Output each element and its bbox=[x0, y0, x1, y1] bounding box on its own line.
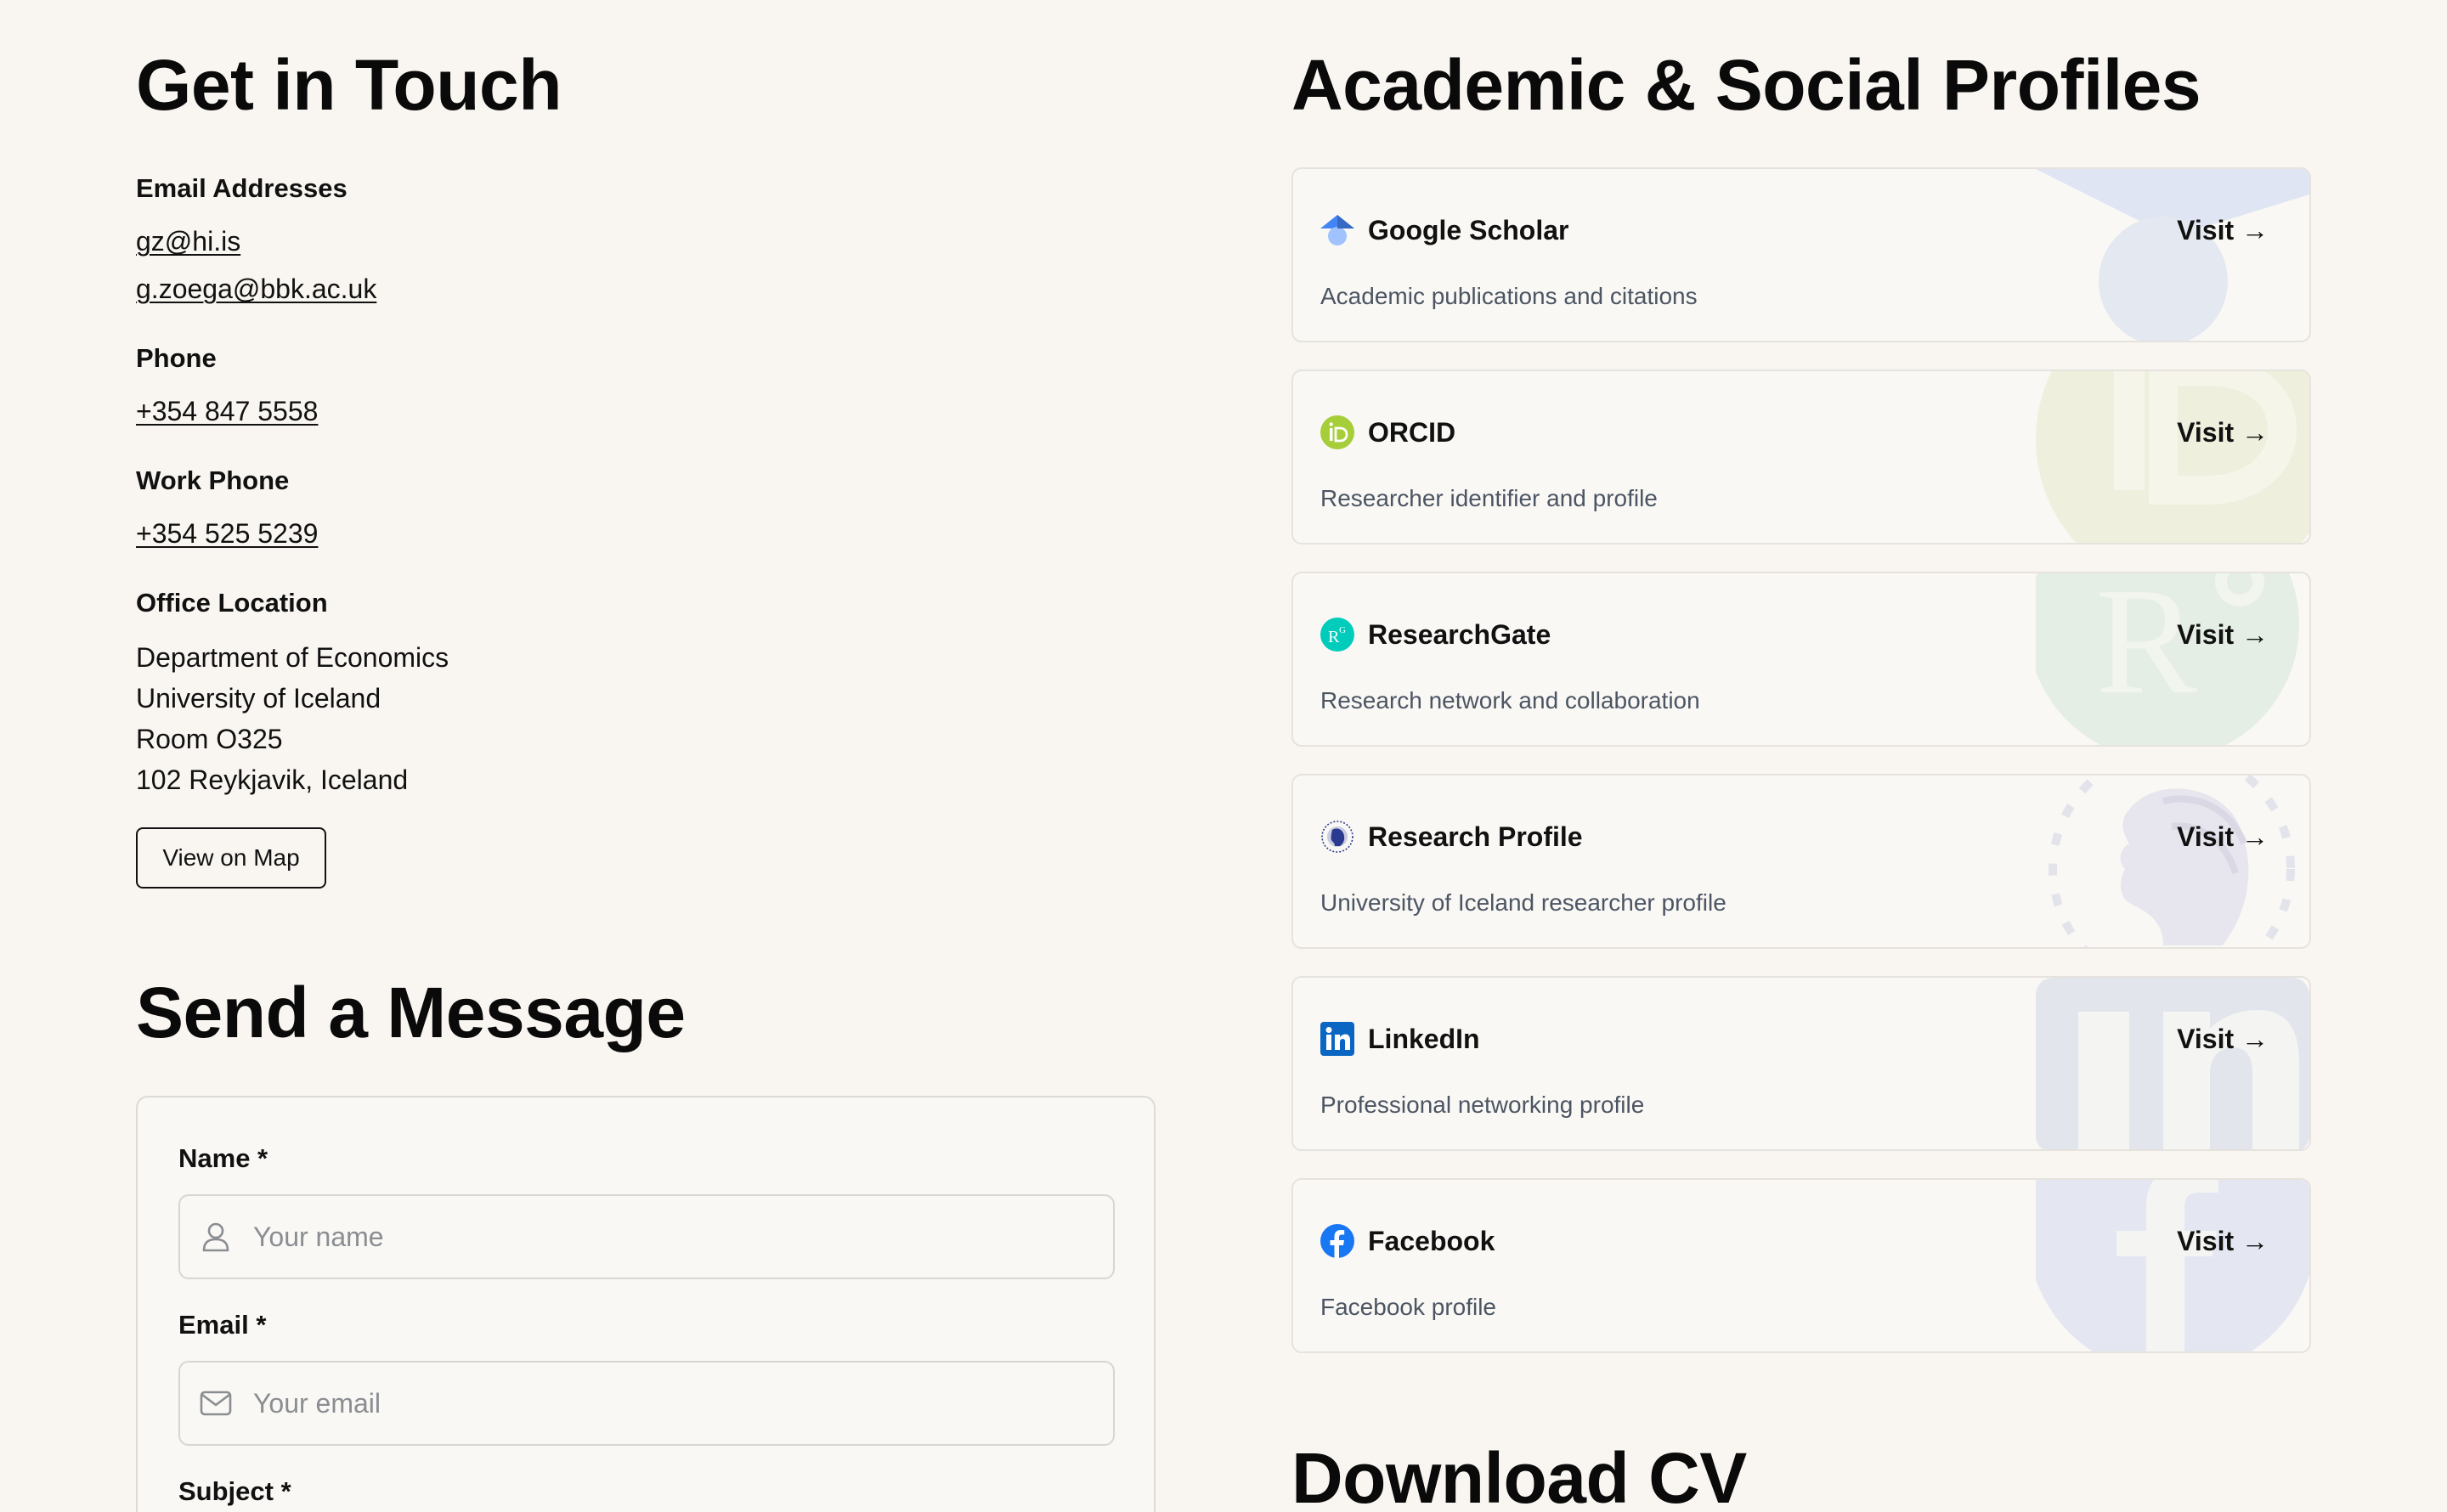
profile-card-researchgate[interactable]: R R G ResearchGate Research network and … bbox=[1291, 572, 2311, 747]
message-form: Name * Email * bbox=[136, 1096, 1156, 1512]
name-field-label: Name * bbox=[178, 1143, 268, 1173]
visit-link[interactable]: Visit → bbox=[2177, 821, 2269, 853]
view-on-map-button[interactable]: View on Map bbox=[136, 827, 326, 889]
profile-description: Researcher identifier and profile bbox=[1320, 485, 1658, 511]
university-seal-icon bbox=[1320, 820, 1354, 854]
linkedin-watermark bbox=[2036, 978, 2309, 1149]
svg-text:G: G bbox=[1339, 625, 1346, 635]
address-line: 102 Reykjavik, Iceland bbox=[136, 764, 409, 795]
send-message-title: Send a Message bbox=[136, 973, 686, 1052]
subject-field-label: Subject * bbox=[178, 1476, 291, 1506]
profile-name: Google Scholar bbox=[1368, 215, 1569, 245]
orcid-watermark bbox=[2036, 371, 2309, 543]
profile-card-orcid[interactable]: ORCID Researcher identifier and profile … bbox=[1291, 370, 2311, 544]
researchgate-icon: R G bbox=[1320, 618, 1354, 652]
profile-description: Research network and collaboration bbox=[1320, 687, 1700, 714]
download-cv-title: Download CV bbox=[1291, 1438, 1747, 1512]
orcid-icon bbox=[1320, 415, 1354, 449]
profile-name: Research Profile bbox=[1368, 821, 1583, 852]
work-phone-link[interactable]: +354 525 5239 bbox=[136, 518, 318, 550]
email-field[interactable] bbox=[178, 1361, 1115, 1446]
name-field[interactable] bbox=[178, 1194, 1115, 1279]
office-location-label: Office Location bbox=[136, 588, 328, 618]
profile-card-linkedin[interactable]: LinkedIn Professional networking profile… bbox=[1291, 976, 2311, 1151]
address-line: University of Iceland bbox=[136, 683, 381, 714]
profile-card-facebook[interactable]: Facebook Facebook profile Visit → bbox=[1291, 1178, 2311, 1353]
address-line: Room O325 bbox=[136, 724, 283, 754]
researchgate-watermark: R bbox=[2036, 573, 2309, 745]
email-field-label: Email * bbox=[178, 1310, 267, 1340]
user-icon bbox=[199, 1220, 233, 1254]
phone-label: Phone bbox=[136, 343, 217, 373]
email-input[interactable] bbox=[251, 1386, 1105, 1420]
profile-name: ResearchGate bbox=[1368, 619, 1551, 650]
profile-description: Academic publications and citations bbox=[1320, 283, 1698, 309]
facebook-icon bbox=[1320, 1224, 1354, 1258]
email-addresses-label: Email Addresses bbox=[136, 173, 348, 203]
get-in-touch-title: Get in Touch bbox=[136, 45, 562, 125]
linkedin-icon bbox=[1320, 1022, 1354, 1056]
visit-link[interactable]: Visit → bbox=[2177, 417, 2269, 449]
profile-description: Facebook profile bbox=[1320, 1294, 1497, 1320]
svg-text:R: R bbox=[1328, 628, 1340, 646]
google-scholar-icon bbox=[1320, 213, 1354, 247]
mail-icon bbox=[199, 1386, 233, 1420]
address-line: Department of Economics bbox=[136, 642, 449, 673]
profile-description: Professional networking profile bbox=[1320, 1092, 1645, 1118]
profiles-title: Academic & Social Profiles bbox=[1291, 45, 2201, 125]
name-input[interactable] bbox=[251, 1220, 1105, 1254]
facebook-watermark bbox=[2036, 1180, 2309, 1351]
visit-link[interactable]: Visit → bbox=[2177, 1024, 2269, 1055]
work-phone-label: Work Phone bbox=[136, 465, 290, 495]
profile-name: LinkedIn bbox=[1368, 1024, 1480, 1054]
profile-name: Facebook bbox=[1368, 1226, 1495, 1256]
email-link-primary[interactable]: gz@hi.is bbox=[136, 226, 240, 257]
visit-link[interactable]: Visit → bbox=[2177, 619, 2269, 651]
contact-page: Get in Touch Email Addresses gz@hi.is g.… bbox=[0, 0, 2447, 1512]
profile-card-research-profile[interactable]: Research Profile University of Iceland r… bbox=[1291, 774, 2311, 949]
email-link-secondary[interactable]: g.zoega@bbk.ac.uk bbox=[136, 274, 376, 305]
visit-link[interactable]: Visit → bbox=[2177, 1226, 2269, 1257]
visit-link[interactable]: Visit → bbox=[2177, 215, 2269, 246]
profile-card-google-scholar[interactable]: Google Scholar Academic publications and… bbox=[1291, 167, 2311, 342]
phone-link[interactable]: +354 847 5558 bbox=[136, 396, 318, 427]
profile-name: ORCID bbox=[1368, 417, 1456, 448]
university-seal-watermark bbox=[2036, 776, 2309, 947]
google-scholar-watermark bbox=[2036, 169, 2309, 341]
profile-description: University of Iceland researcher profile bbox=[1320, 889, 1726, 916]
